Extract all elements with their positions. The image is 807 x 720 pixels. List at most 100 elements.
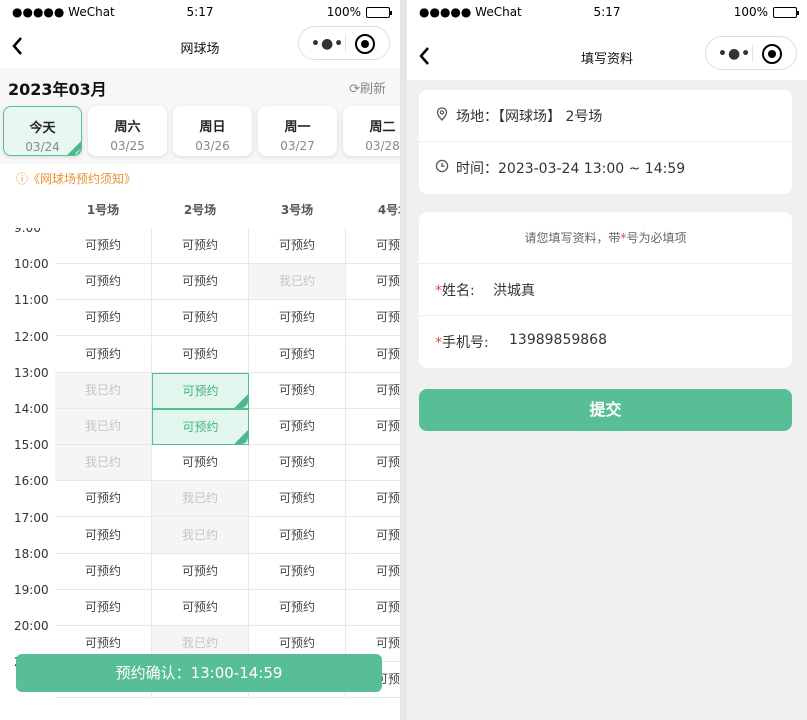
- time-slot-cell[interactable]: 我已约: [55, 372, 152, 409]
- month-bar: 2023年03月 ⟳刷新: [0, 68, 400, 104]
- hour-label: 16:00: [14, 474, 49, 489]
- time-slot-cell[interactable]: 可预约: [249, 590, 346, 626]
- time-slot-cell[interactable]: 可预约: [152, 553, 249, 590]
- name-input[interactable]: 洪城真: [493, 280, 535, 300]
- hour-label: 11:00: [14, 293, 49, 308]
- time-slot-cell[interactable]: 我已约: [55, 445, 152, 482]
- time-slot-cell[interactable]: 可预约: [346, 264, 400, 301]
- time-slot-cell[interactable]: 可预约: [55, 264, 152, 301]
- time-slot-cell[interactable]: 可预约: [346, 409, 400, 445]
- time-slot-cell[interactable]: 我已约: [152, 481, 249, 518]
- day-tab-weekday: 周一: [284, 120, 311, 135]
- time-slot-cell[interactable]: 可预约: [55, 553, 152, 590]
- time-slot-cell[interactable]: 我已约: [55, 409, 152, 445]
- time-slot-cell[interactable]: 可预约: [346, 517, 400, 554]
- time-slot-cell[interactable]: 可预约: [346, 228, 400, 264]
- booking-confirm-button[interactable]: 预约确认：13:00-14:59: [16, 654, 382, 692]
- phone-input[interactable]: 13989859868: [509, 332, 607, 348]
- time-slot-cell[interactable]: 可预约: [249, 228, 346, 264]
- court-header-label: 3号场: [280, 203, 314, 217]
- time-slot-cell[interactable]: 我已约: [249, 264, 346, 301]
- day-tab-weekday: 周日: [199, 120, 226, 135]
- day-tab[interactable]: 周六 03/25: [88, 106, 167, 156]
- time-slot-cell[interactable]: 可预约: [152, 228, 249, 264]
- day-tab-weekday: 周二: [369, 120, 396, 135]
- day-tab-weekday: 今天: [29, 121, 56, 136]
- time-slot-cell[interactable]: 可预约: [55, 481, 152, 518]
- venue-row: 场地：【网球场】 2号场: [419, 90, 792, 142]
- time-slot-cell[interactable]: 我已约: [152, 517, 249, 554]
- time-slot-cell[interactable]: 可预约: [249, 445, 346, 482]
- status-bar: ●●●●● WeChat 5:17 100%: [0, 0, 400, 26]
- close-target-icon[interactable]: [762, 44, 782, 64]
- more-dots-icon[interactable]: •●•: [311, 36, 344, 52]
- time-slot-cell[interactable]: 可预约: [55, 228, 152, 264]
- time-slot-cell[interactable]: 可预约: [249, 336, 346, 373]
- time-slot-cell[interactable]: 可预约: [55, 517, 152, 554]
- check-icon: [67, 141, 81, 157]
- battery-status: 100%: [327, 5, 392, 19]
- time-slot-cell[interactable]: 可预约: [249, 372, 346, 409]
- hour-label: 15:00: [14, 438, 49, 453]
- mini-program-capsule: •●•: [705, 36, 797, 70]
- time-slot-cell[interactable]: 可预约: [249, 481, 346, 518]
- time-slot-cell[interactable]: 可预约: [346, 590, 400, 626]
- check-icon: [234, 411, 248, 446]
- time-slot-cell[interactable]: 可预约: [346, 300, 400, 337]
- time-slot-cell[interactable]: 可预约: [152, 445, 249, 482]
- close-target-icon[interactable]: [355, 34, 375, 54]
- time-slot-cell[interactable]: 可预约: [152, 409, 249, 446]
- time-slot-cell[interactable]: 可预约: [346, 372, 400, 409]
- booking-grid: 9:00可预约可预约可预约可预约10:00可预约可预约我已约可预约11:00可预…: [0, 228, 400, 698]
- time-slot-cell[interactable]: 可预约: [249, 300, 346, 337]
- time-slot-cell[interactable]: 可预约: [55, 300, 152, 337]
- submit-button[interactable]: 提交: [419, 389, 792, 431]
- court-header: 1号场 2号场 3号场 4号场: [0, 196, 400, 226]
- hour-label: 12:00: [14, 329, 49, 344]
- booking-summary-card: 场地：【网球场】 2号场 时间：2023-03-24 13:00 ~ 14:59: [419, 90, 792, 194]
- date-selector: 今天03/24 周六 03/25 周日 03/26 周一 03/27 周二 03/28: [0, 104, 400, 164]
- navigation-bar: 网球场 •●•: [0, 26, 400, 68]
- hour-label: 10:00: [14, 257, 49, 272]
- day-tab[interactable]: 今天 03/24: [3, 106, 82, 157]
- refresh-button[interactable]: ⟳刷新: [349, 78, 386, 97]
- time-row: 时间：2023-03-24 13:00 ~ 14:59: [419, 142, 792, 194]
- check-icon: [234, 375, 248, 410]
- time-slot-cell[interactable]: 可预约: [55, 336, 152, 373]
- time-slot-cell[interactable]: 可预约: [55, 590, 152, 626]
- time-slot-cell[interactable]: 可预约: [152, 300, 249, 337]
- time-slot-cell[interactable]: 可预约: [152, 264, 249, 301]
- booking-notice-link[interactable]: ⓘ《网球场预约须知》: [16, 170, 136, 187]
- time-slot-cell[interactable]: 可预约: [249, 517, 346, 554]
- battery-status: 100%: [733, 5, 799, 19]
- time-slot-cell[interactable]: 可预约: [152, 336, 249, 373]
- time-slot-cell[interactable]: 可预约: [346, 481, 400, 518]
- time-slot-cell[interactable]: 可预约: [249, 553, 346, 590]
- time-slot-cell[interactable]: 可预约: [152, 372, 249, 410]
- mini-program-capsule: •●•: [298, 26, 390, 60]
- hour-label: 20:00: [14, 619, 49, 634]
- day-tab-date: 03/26: [195, 139, 230, 153]
- hour-label: 19:00: [14, 583, 49, 597]
- time-slot-cell[interactable]: 可预约: [346, 553, 400, 590]
- venue-text: 场地：【网球场】 2号场: [456, 109, 603, 125]
- time-slot-cell[interactable]: 可预约: [346, 336, 400, 373]
- time-slot-cell[interactable]: 可预约: [346, 445, 400, 482]
- day-tab[interactable]: 周一 03/27: [258, 106, 337, 156]
- battery-percent: 100%: [733, 5, 768, 19]
- status-bar: ●●●●● WeChat 5:17 100%: [407, 0, 807, 26]
- more-dots-icon[interactable]: •●•: [718, 46, 751, 62]
- time-slot-cell[interactable]: 可预约: [249, 409, 346, 445]
- contact-form-card: 请您填写资料，带*号为必填项 *姓名: 洪城真 *手机号: 1398985986…: [419, 212, 792, 368]
- time-slot-cell[interactable]: 可预约: [152, 590, 249, 626]
- navigation-bar: 填写资料 •●•: [407, 26, 807, 80]
- name-field-row[interactable]: *姓名: 洪城真: [419, 264, 792, 316]
- phone-field-row[interactable]: *手机号: 13989859868: [419, 316, 792, 368]
- day-tab[interactable]: 周日 03/26: [173, 106, 252, 156]
- day-tab-date: 03/25: [110, 139, 145, 153]
- court-header-label: 2号场: [183, 203, 217, 217]
- court-header-label: 1号场: [86, 203, 120, 217]
- court-header-label: 4号场: [377, 203, 400, 217]
- hour-label: 9:00: [14, 228, 41, 235]
- day-tab[interactable]: 周二 03/28: [343, 106, 400, 156]
